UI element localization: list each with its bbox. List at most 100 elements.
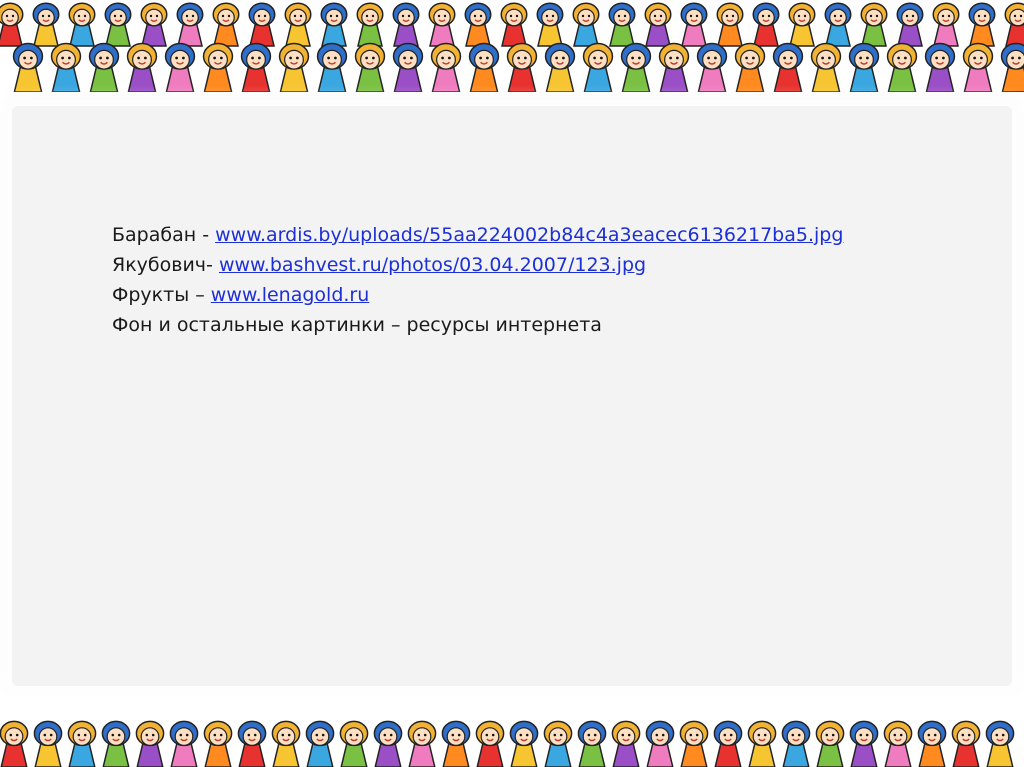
cartoon-child — [577, 720, 607, 767]
cartoon-child — [305, 720, 335, 767]
bottom-children-border — [0, 696, 1024, 767]
cartoon-child — [237, 720, 267, 767]
credit-line-yakubovich: Якубович- www.bashvest.ru/photos/03.04.2… — [112, 250, 843, 280]
cartoon-child — [680, 2, 708, 47]
cartoon-child — [392, 42, 424, 92]
cartoon-child — [572, 2, 600, 47]
cartoon-child — [284, 2, 312, 47]
cartoon-child — [810, 42, 842, 92]
credit-link[interactable]: www.ardis.by/uploads/55aa224002b84c4a3ea… — [215, 224, 843, 246]
cartoon-child — [713, 720, 743, 767]
credit-link[interactable]: www.bashvest.ru/photos/03.04.2007/123.jp… — [219, 254, 646, 276]
cartoon-child — [169, 720, 199, 767]
cartoon-child — [101, 720, 131, 767]
children-border-image — [0, 2, 1024, 92]
cartoon-child — [962, 42, 994, 92]
cartoon-child — [1000, 42, 1024, 92]
cartoon-child — [781, 720, 811, 767]
cartoon-child — [896, 2, 924, 47]
cartoon-child — [320, 2, 348, 47]
cartoon-child — [611, 720, 641, 767]
credit-line-drum: Барабан - www.ardis.by/uploads/55aa22400… — [112, 220, 843, 250]
cartoon-child — [849, 720, 879, 767]
credit-label: Якубович- — [112, 254, 219, 276]
cartoon-child — [788, 2, 816, 47]
cartoon-child — [464, 2, 492, 47]
cartoon-child — [536, 2, 564, 47]
cartoon-child — [164, 42, 196, 92]
cartoon-child — [658, 42, 690, 92]
cartoon-child — [824, 2, 852, 47]
cartoon-child — [271, 720, 301, 767]
credit-label: Барабан - — [112, 224, 216, 246]
cartoon-child — [475, 720, 505, 767]
cartoon-child — [747, 720, 777, 767]
cartoon-child — [968, 2, 996, 47]
cartoon-child — [696, 42, 728, 92]
cartoon-child — [815, 720, 845, 767]
credit-link[interactable]: www.lenagold.ru — [211, 284, 370, 306]
cartoon-child — [506, 42, 538, 92]
cartoon-child — [932, 2, 960, 47]
cartoon-child — [140, 2, 168, 47]
cartoon-child — [582, 42, 614, 92]
cartoon-child — [176, 2, 204, 47]
cartoon-child — [985, 720, 1015, 767]
cartoon-child — [620, 42, 652, 92]
cartoon-child — [356, 2, 384, 47]
cartoon-child — [0, 720, 29, 767]
cartoon-child — [468, 42, 500, 92]
cartoon-child — [752, 2, 780, 47]
cartoon-child — [248, 2, 276, 47]
cartoon-child — [544, 42, 576, 92]
cartoon-child — [543, 720, 573, 767]
cartoon-child — [354, 42, 386, 92]
top-children-border — [0, 0, 1024, 92]
image-credits: Барабан - www.ardis.by/uploads/55aa22400… — [112, 220, 843, 340]
cartoon-child — [202, 42, 234, 92]
credit-label: Фон и остальные картинки – ресурсы интер… — [112, 314, 602, 336]
cartoon-child — [104, 2, 132, 47]
cartoon-child — [316, 42, 348, 92]
cartoon-child — [50, 42, 82, 92]
cartoon-child — [12, 42, 44, 92]
cartoon-child — [373, 720, 403, 767]
cartoon-child — [32, 2, 60, 47]
cartoon-child — [883, 720, 913, 767]
cartoon-child — [951, 720, 981, 767]
content-panel — [0, 92, 1024, 696]
cartoon-child — [886, 42, 918, 92]
cartoon-child — [734, 42, 766, 92]
cartoon-child — [407, 720, 437, 767]
cartoon-child — [500, 2, 528, 47]
cartoon-child — [135, 720, 165, 767]
cartoon-child — [67, 720, 97, 767]
cartoon-child — [68, 2, 96, 47]
children-border-image — [0, 720, 1015, 767]
cartoon-child — [278, 42, 310, 92]
credit-label: Фрукты – — [112, 284, 211, 306]
cartoon-child — [848, 42, 880, 92]
cartoon-child — [428, 2, 456, 47]
cartoon-child — [1004, 2, 1024, 47]
cartoon-child — [339, 720, 369, 767]
cartoon-child — [88, 42, 120, 92]
cartoon-child — [392, 2, 420, 47]
cartoon-child — [240, 42, 272, 92]
credit-line-fruits: Фрукты – www.lenagold.ru — [112, 280, 843, 310]
cartoon-child — [430, 42, 462, 92]
cartoon-child — [33, 720, 63, 767]
cartoon-child — [644, 2, 672, 47]
cartoon-child — [441, 720, 471, 767]
panel-surface — [12, 106, 1012, 686]
cartoon-child — [772, 42, 804, 92]
credit-line-background: Фон и остальные картинки – ресурсы интер… — [112, 310, 843, 340]
cartoon-child — [860, 2, 888, 47]
cartoon-child — [924, 42, 956, 92]
cartoon-child — [0, 2, 24, 47]
cartoon-child — [203, 720, 233, 767]
cartoon-child — [126, 42, 158, 92]
cartoon-child — [212, 2, 240, 47]
cartoon-child — [645, 720, 675, 767]
cartoon-child — [716, 2, 744, 47]
